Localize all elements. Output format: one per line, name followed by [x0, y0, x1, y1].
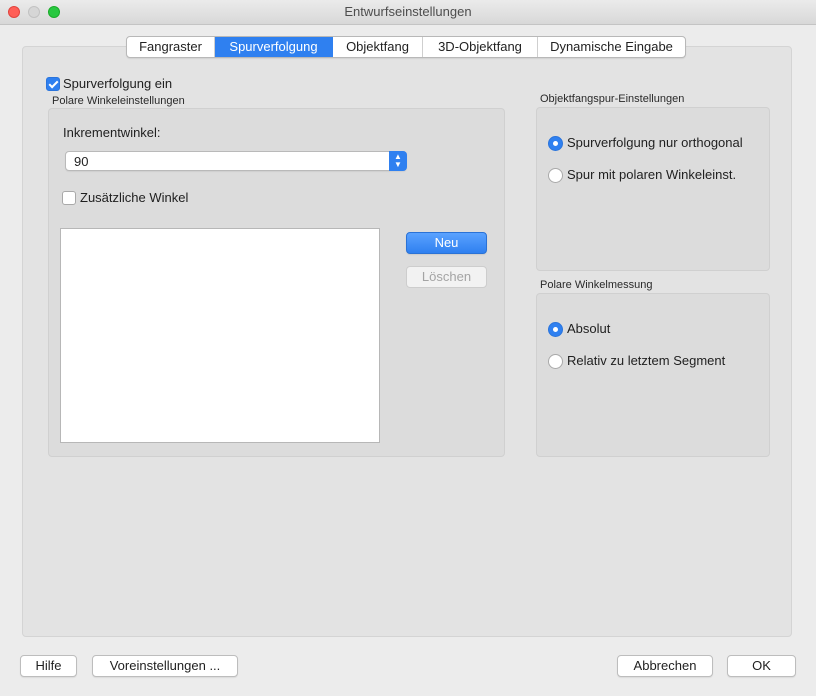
polar-tracking-label: Spur mit polaren Winkeleinst.	[567, 167, 737, 182]
tab-dynamische-eingabe[interactable]: Dynamische Eingabe	[538, 37, 685, 57]
relative-measure-label: Relativ zu letztem Segment	[567, 353, 726, 368]
snap-tracking-group	[536, 107, 770, 271]
delete-angle-button[interactable]: Löschen	[406, 266, 487, 288]
increment-angle-label: Inkrementwinkel:	[63, 125, 161, 140]
tab-bar: Fangraster Spurverfolgung Objektfang 3D-…	[126, 36, 686, 58]
absolute-measure-radio[interactable]	[548, 322, 563, 337]
new-angle-button[interactable]: Neu	[406, 232, 487, 254]
orthogonal-tracking-label: Spurverfolgung nur orthogonal	[567, 135, 743, 150]
relative-measure-radio[interactable]	[548, 354, 563, 369]
cancel-button[interactable]: Abbrechen	[617, 655, 713, 677]
snap-tracking-group-label: Objektfangspur-Einstellungen	[540, 93, 685, 105]
window-title: Entwurfseinstellungen	[344, 4, 472, 19]
polar-settings-group-label: Polare Winkeleinstellungen	[52, 95, 185, 107]
increment-angle-value: 90	[74, 154, 89, 169]
tab-3d-objektfang[interactable]: 3D-Objektfang	[423, 37, 538, 57]
polar-tracking-radio[interactable]	[548, 168, 563, 183]
tracking-enable-label: Spurverfolgung ein	[63, 76, 173, 91]
tab-objektfang[interactable]: Objektfang	[333, 37, 423, 57]
help-button[interactable]: Hilfe	[20, 655, 77, 677]
ok-button[interactable]: OK	[727, 655, 796, 677]
polar-measure-group	[536, 293, 770, 457]
tab-spurverfolgung[interactable]: Spurverfolgung	[215, 37, 333, 57]
title-bar: Entwurfseinstellungen	[0, 0, 816, 25]
tab-fangraster[interactable]: Fangraster	[127, 37, 215, 57]
settings-dialog: Entwurfseinstellungen Fangraster Spurver…	[0, 0, 816, 696]
tracking-enable-checkbox[interactable]	[46, 77, 60, 91]
polar-measure-group-label: Polare Winkelmessung	[540, 279, 653, 291]
increment-angle-select[interactable]: 90 ▲ ▼	[65, 151, 407, 171]
presets-button[interactable]: Voreinstellungen ...	[92, 655, 238, 677]
additional-angles-label: Zusätzliche Winkel	[80, 190, 189, 205]
orthogonal-tracking-radio[interactable]	[548, 136, 563, 151]
select-stepper-icon: ▲ ▼	[389, 151, 407, 171]
additional-angles-list[interactable]	[60, 228, 380, 443]
absolute-measure-label: Absolut	[567, 321, 611, 336]
additional-angles-checkbox[interactable]	[62, 191, 76, 205]
